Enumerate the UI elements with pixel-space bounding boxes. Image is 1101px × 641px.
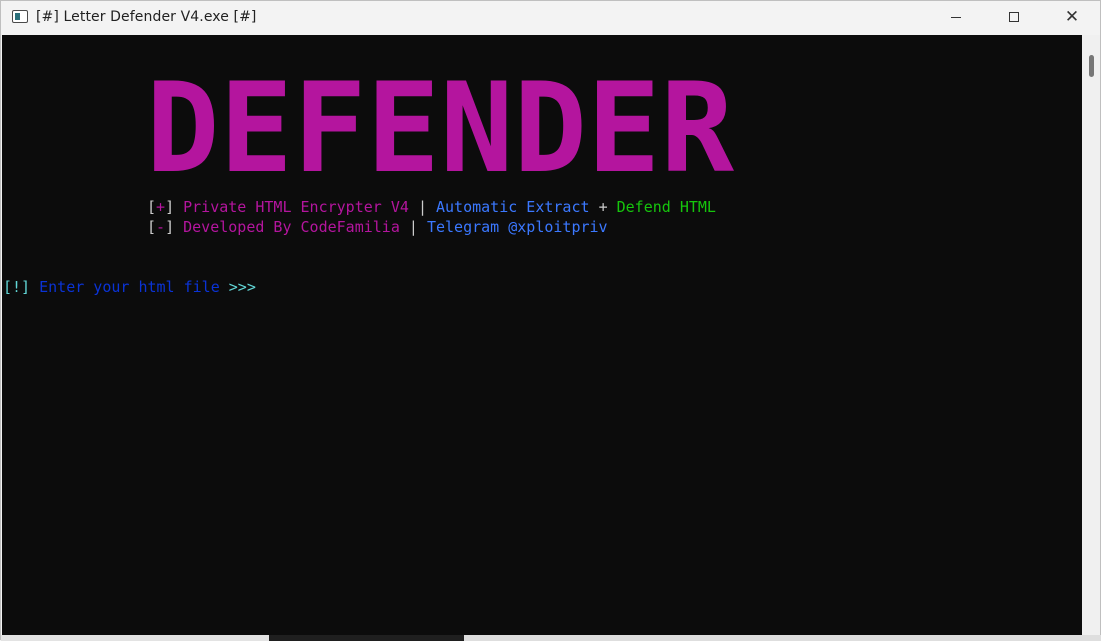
bracket-close: ] bbox=[165, 218, 175, 236]
info-line-credits: [-] Developed By CodeFamilia | Telegram … bbox=[147, 217, 608, 237]
prompt-tag: [!] bbox=[3, 278, 31, 296]
developer-label: Developed By CodeFamilia bbox=[183, 218, 400, 236]
bracket-close: ] bbox=[165, 198, 175, 216]
prompt-text: Enter your html file bbox=[39, 278, 220, 296]
plus-sign: + bbox=[156, 198, 166, 216]
ascii-banner: DEFENDER bbox=[145, 75, 735, 177]
bracket-open: [ bbox=[147, 198, 157, 216]
console-window: [#] Letter Defender V4.exe [#] ✕ DEFENDE… bbox=[0, 0, 1101, 641]
plus-separator: + bbox=[598, 198, 608, 216]
title-bar[interactable]: [#] Letter Defender V4.exe [#] ✕ bbox=[1, 1, 1100, 35]
banner-graphic: DEFENDER bbox=[146, 75, 734, 177]
minus-sign: - bbox=[156, 218, 166, 236]
input-prompt[interactable]: [!] Enter your html file >>> bbox=[3, 277, 256, 297]
minimize-button[interactable] bbox=[927, 1, 985, 33]
close-icon: ✕ bbox=[1064, 6, 1080, 27]
console-output[interactable]: DEFENDER [+] Private HTML Encrypter V4 |… bbox=[2, 35, 1082, 635]
bottom-edge-segment bbox=[269, 635, 464, 641]
maximize-icon bbox=[1009, 12, 1019, 22]
bottom-edge-segment bbox=[1, 635, 269, 641]
extract-label: Automatic Extract bbox=[436, 198, 590, 216]
info-line-features: [+] Private HTML Encrypter V4 | Automati… bbox=[147, 197, 716, 217]
separator: | bbox=[408, 218, 418, 236]
defend-label: Defend HTML bbox=[616, 198, 716, 216]
bottom-edge bbox=[1, 635, 1101, 641]
bottom-edge-segment bbox=[464, 635, 1101, 641]
separator: | bbox=[417, 198, 427, 216]
encrypter-label: Private HTML Encrypter V4 bbox=[183, 198, 409, 216]
telegram-label: Telegram @xploitpriv bbox=[426, 218, 608, 236]
vertical-scrollbar[interactable] bbox=[1082, 35, 1100, 635]
prompt-arrows: >>> bbox=[228, 278, 256, 296]
scrollbar-thumb[interactable] bbox=[1089, 55, 1094, 77]
console-window-icon[interactable] bbox=[12, 10, 28, 23]
window-title: [#] Letter Defender V4.exe [#] bbox=[36, 9, 257, 25]
banner-text: DEFENDER bbox=[146, 75, 734, 177]
close-button[interactable]: ✕ bbox=[1043, 1, 1101, 33]
minimize-icon bbox=[951, 16, 961, 18]
maximize-button[interactable] bbox=[985, 1, 1043, 33]
bracket-open: [ bbox=[147, 218, 157, 236]
